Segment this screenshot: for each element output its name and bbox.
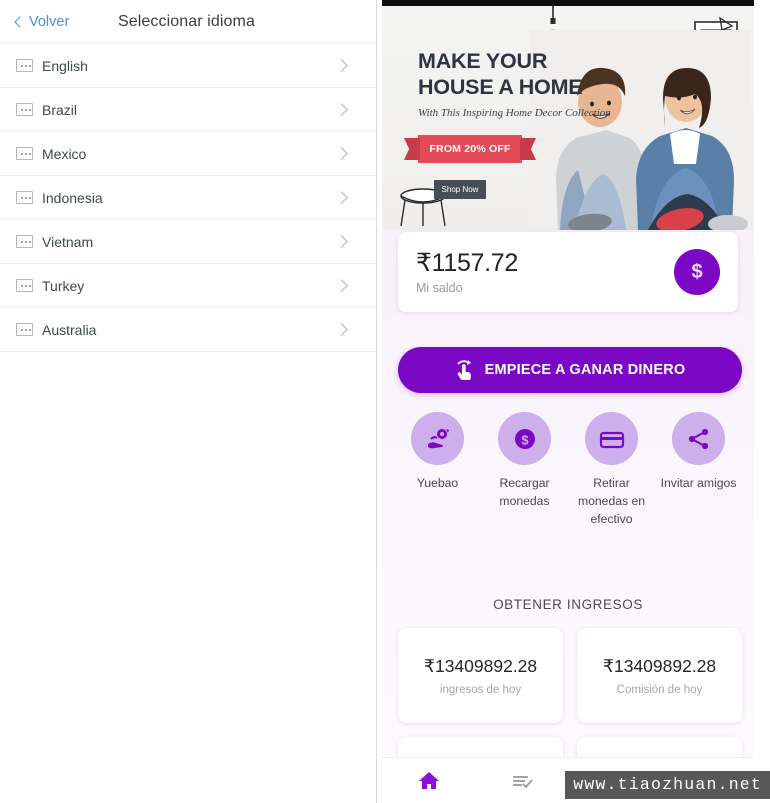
- broken-image-icon: [16, 147, 33, 160]
- balance-label: Mi saldo: [416, 281, 463, 295]
- action-recharge-coins[interactable]: $ Recargar monedas: [481, 412, 568, 528]
- chevron-right-icon: [335, 279, 348, 292]
- earnings-card-today-income[interactable]: ₹13409892.28 ingresos de hoy: [398, 628, 563, 723]
- chevron-right-icon: [335, 191, 348, 204]
- chevron-right-icon: [335, 59, 348, 72]
- back-button-label: Volver: [29, 13, 70, 30]
- chevron-right-icon: [335, 235, 348, 248]
- dollar-icon[interactable]: $: [674, 249, 720, 295]
- chevron-right-icon: [335, 147, 348, 160]
- broken-image-icon: [16, 279, 33, 292]
- language-item-label: Turkey: [42, 277, 85, 294]
- language-selector-panel: Volver Seleccionar idioma English Brazil…: [0, 0, 377, 803]
- broken-image-icon: [16, 323, 33, 336]
- language-item-label: Mexico: [42, 145, 87, 162]
- hand-coin-icon: [411, 412, 464, 465]
- start-earning-label: EMPIECE A GANAR DINERO: [484, 362, 686, 378]
- action-invite-friends[interactable]: Invitar amigos: [655, 412, 742, 528]
- earnings-value: ₹13409892.28: [423, 656, 538, 676]
- language-item-turkey[interactable]: Turkey: [0, 264, 376, 308]
- phone-screen: MAKE YOUR HOUSE A HOME With This Inspiri…: [382, 0, 754, 803]
- banner-subtitle: With This Inspiring Home Decor Collectio…: [418, 107, 611, 119]
- language-item-indonesia[interactable]: Indonesia: [0, 176, 376, 220]
- action-yuebao[interactable]: Yuebao: [394, 412, 481, 528]
- start-earning-button[interactable]: EMPIECE A GANAR DINERO: [398, 347, 742, 393]
- action-label: Invitar amigos: [660, 476, 737, 490]
- banner-text-block: MAKE YOUR HOUSE A HOME With This Inspiri…: [418, 48, 611, 199]
- earnings-card-today-commission[interactable]: ₹13409892.28 Comisión de hoy: [577, 628, 742, 723]
- nav-home[interactable]: [382, 758, 475, 803]
- svg-text:$: $: [521, 432, 529, 447]
- earnings-value: ₹13409892.28: [602, 656, 717, 676]
- chevron-left-icon: [14, 15, 26, 28]
- action-label: Recargar monedas: [499, 476, 550, 508]
- language-item-label: Brazil: [42, 101, 78, 118]
- action-label: Yuebao: [416, 476, 459, 490]
- site-watermark: www.tiaozhuan.net: [565, 771, 770, 799]
- page-title: Seleccionar idioma: [118, 12, 255, 30]
- chevron-right-icon: [335, 323, 348, 336]
- screen-root: Volver Seleccionar idioma English Brazil…: [0, 0, 770, 803]
- broken-image-icon: [16, 235, 33, 248]
- action-label: Retirar monedas en efectivo: [577, 476, 646, 526]
- language-item-english[interactable]: English: [0, 44, 376, 88]
- earnings-label: Comisión de hoy: [616, 684, 703, 696]
- balance-text-block: ₹1157.72 Mi saldo: [416, 249, 674, 295]
- balance-amount: ₹1157.72: [416, 249, 519, 277]
- broken-image-icon: [16, 59, 33, 72]
- language-item-vietnam[interactable]: Vietnam: [0, 220, 376, 264]
- back-button[interactable]: Volver: [14, 13, 70, 30]
- earnings-section-title: OBTENER INGRESOS: [493, 597, 643, 612]
- language-item-brazil[interactable]: Brazil: [0, 88, 376, 132]
- language-item-australia[interactable]: Australia: [0, 308, 376, 352]
- language-list: English Brazil Mexico Indonesia Vietnam: [0, 44, 376, 352]
- banner-headline-line1: MAKE YOUR: [418, 49, 548, 73]
- promo-banner[interactable]: MAKE YOUR HOUSE A HOME With This Inspiri…: [382, 6, 754, 230]
- banner-headline-line2: HOUSE A HOME: [418, 75, 583, 99]
- broken-image-icon: [16, 103, 33, 116]
- task-list-icon: [512, 775, 533, 788]
- language-item-label: Vietnam: [42, 233, 94, 250]
- broken-image-icon: [16, 191, 33, 204]
- earnings-label: ingresos de hoy: [439, 684, 522, 696]
- share-icon: [672, 412, 725, 465]
- language-header: Volver Seleccionar idioma: [0, 0, 376, 44]
- action-withdraw-cash[interactable]: Retirar monedas en efectivo: [568, 412, 655, 528]
- tap-hand-icon: [457, 360, 471, 380]
- home-icon: [418, 771, 439, 789]
- app-preview-panel: MAKE YOUR HOUSE A HOME With This Inspiri…: [377, 0, 770, 803]
- credit-card-icon: [585, 412, 638, 465]
- balance-card: ₹1157.72 Mi saldo $: [398, 232, 738, 312]
- nav-tasks[interactable]: [475, 758, 568, 803]
- chevron-right-icon: [335, 103, 348, 116]
- quick-actions-row: Yuebao $ Recargar monedas Retirar moneda…: [382, 412, 754, 528]
- dollar-circle-icon: $: [498, 412, 551, 465]
- language-item-label: English: [42, 57, 88, 74]
- shop-now-button[interactable]: Shop Now: [434, 180, 486, 199]
- language-item-mexico[interactable]: Mexico: [0, 132, 376, 176]
- discount-ribbon: FROM 20% OFF: [418, 135, 522, 163]
- language-item-label: Australia: [42, 321, 97, 338]
- discount-ribbon-label: FROM 20% OFF: [429, 143, 511, 155]
- language-item-label: Indonesia: [42, 189, 103, 206]
